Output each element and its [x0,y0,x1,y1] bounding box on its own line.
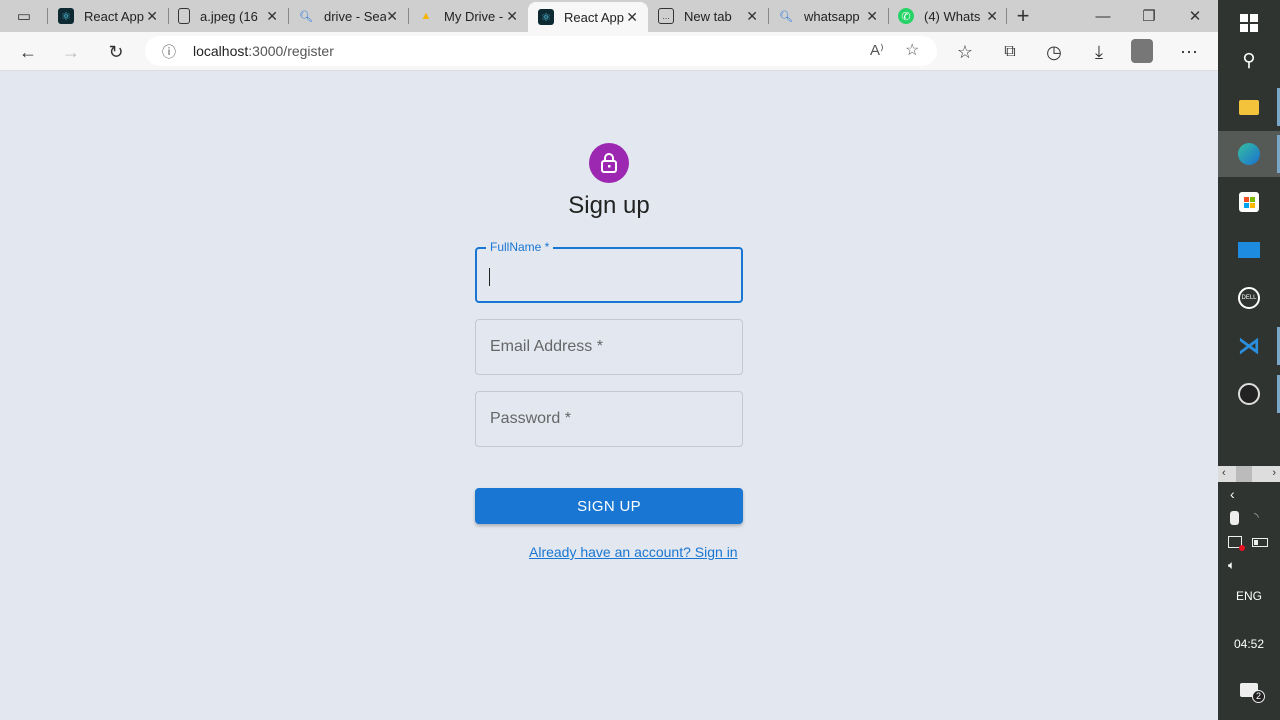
react-icon: ⚛ [58,8,74,24]
search-button[interactable]: ⚲ [1218,37,1280,83]
store-icon [1239,192,1259,212]
close-tab-icon[interactable]: ✕ [746,8,758,25]
vscode-button[interactable]: ⋊ [1218,323,1280,369]
history-icon[interactable]: ◷ [1041,39,1067,65]
navigation-bar: ← → ↻ ⓘ localhost:3000/register A⁾ ☆ ☆ ⧉… [0,32,1218,71]
forward-button[interactable]: → [58,39,84,65]
url-host: localhost [193,43,249,59]
tab-label: New tab [684,8,732,24]
sign-up-button[interactable]: SIGN UP [475,488,743,524]
close-tab-icon[interactable]: ✕ [986,8,998,25]
react-icon: ⚛ [538,9,554,25]
tab-actions-icon[interactable]: ▭ [11,3,37,29]
tab-label: React App [564,9,624,25]
notifications-icon[interactable]: 2 [1240,683,1265,703]
password-placeholder: Password * [490,410,571,427]
windows-taskbar: ⚲ DELL ⋊ ‹ › ‹ ◝ 🔈︎ ENG 04:52 2 [1218,0,1280,720]
add-favorite-icon[interactable]: ☆ [905,40,919,60]
close-window-button[interactable]: ✕ [1172,0,1218,32]
tab-label: React App [84,8,144,24]
windows-icon [1240,14,1258,32]
language-indicator[interactable]: ENG [1218,589,1280,603]
new-tab-button[interactable]: + [1010,3,1036,29]
tab-my-drive[interactable]: ▲ My Drive - ✕ [408,0,528,32]
close-tab-icon[interactable]: ✕ [506,8,518,25]
info-icon[interactable]: ⓘ [162,42,176,62]
dell-icon: DELL [1238,287,1260,309]
password-input[interactable]: Password * [475,391,743,447]
tab-whatsapp-search[interactable]: 🔍︎ whatsapp ✕ [768,0,888,32]
tab-label: My Drive - [444,8,504,24]
mail-icon [1238,242,1260,258]
address-bar[interactable]: ⓘ localhost:3000/register A⁾ ☆ [145,36,937,66]
search-icon: 🔍︎ [779,10,793,23]
tab-bar: ▭ ⚛ React App ✕ a.jpeg (16 ✕ 🔍︎ drive - Sea ✕… [0,0,1218,32]
edge-icon [1238,143,1260,165]
close-tab-icon[interactable]: ✕ [866,8,878,25]
collections-icon[interactable]: ⧉ [997,39,1023,65]
email-input[interactable]: Email Address * [475,319,743,375]
lock-avatar [589,143,629,183]
fullname-input[interactable]: FullName * [475,240,743,303]
folder-icon [1239,99,1259,115]
tab-whatsapp[interactable]: ✆ (4) Whats ✕ [888,0,1008,32]
lock-icon [601,153,617,173]
tab-label: drive - Sea [324,8,386,24]
dell-button[interactable]: DELL [1218,275,1280,321]
close-tab-icon[interactable]: ✕ [266,8,278,25]
tab-drive-search[interactable]: 🔍︎ drive - Sea ✕ [288,0,408,32]
obs-button[interactable] [1218,371,1280,417]
battery-icon[interactable] [1252,538,1268,547]
close-tab-icon[interactable]: ✕ [386,8,398,25]
tab-ajpeg[interactable]: a.jpeg (16 ✕ [168,0,288,32]
more-menu-icon[interactable]: ⋯ [1176,39,1202,65]
tab-label: whatsapp [804,8,860,24]
vscode-icon: ⋊ [1238,333,1260,358]
refresh-button[interactable]: ↻ [103,39,129,65]
profile-avatar[interactable] [1131,39,1153,63]
tab-new-tab[interactable]: … New tab ✕ [648,0,768,32]
back-button[interactable]: ← [15,39,41,65]
file-icon [178,8,190,24]
url-text: localhost:3000/register [193,43,334,59]
file-explorer-button[interactable] [1218,84,1280,130]
sync-icon[interactable] [1228,536,1245,551]
page-title: Sign up [568,192,650,219]
wifi-icon[interactable]: ◝ [1254,510,1259,524]
taskbar-scrollbar[interactable]: ‹ › [1218,466,1280,482]
clock[interactable]: 04:52 [1218,637,1280,651]
fullname-label: FullName * [486,240,554,254]
restore-button[interactable]: ❐ [1126,0,1172,32]
close-tab-icon[interactable]: ✕ [146,8,158,25]
whatsapp-icon: ✆ [898,8,914,24]
tab-label: (4) Whats [924,8,981,24]
obs-icon [1238,383,1260,405]
read-aloud-icon[interactable]: A⁾ [870,41,884,59]
tab-label: a.jpeg (16 [200,8,258,24]
mail-button[interactable] [1218,227,1280,273]
text-cursor [489,268,490,286]
volume-icon[interactable]: 🔈︎ [1228,558,1235,573]
new-tab-icon: … [658,8,674,24]
search-icon: ⚲ [1242,49,1256,70]
notification-count: 2 [1252,690,1265,703]
google-drive-icon: ▲ [420,10,432,22]
search-icon: 🔍︎ [299,10,313,23]
downloads-icon[interactable]: ⤓ [1086,39,1112,65]
show-hidden-icons-chevron[interactable]: ‹ [1230,486,1235,502]
store-button[interactable] [1218,179,1280,225]
microphone-icon[interactable] [1230,511,1239,525]
minimize-button[interactable]: — [1080,0,1126,32]
favorites-icon[interactable]: ☆ [952,39,978,65]
edge-button[interactable] [1218,131,1280,177]
close-tab-icon[interactable]: ✕ [626,9,638,26]
url-path: :3000/register [248,43,334,59]
sign-in-link[interactable]: Already have an account? Sign in [529,544,738,560]
email-placeholder: Email Address * [490,338,603,355]
tab-react-app-active[interactable]: ⚛ React App ✕ [528,2,648,32]
tab-react-app-1[interactable]: ⚛ React App ✕ [48,0,168,32]
